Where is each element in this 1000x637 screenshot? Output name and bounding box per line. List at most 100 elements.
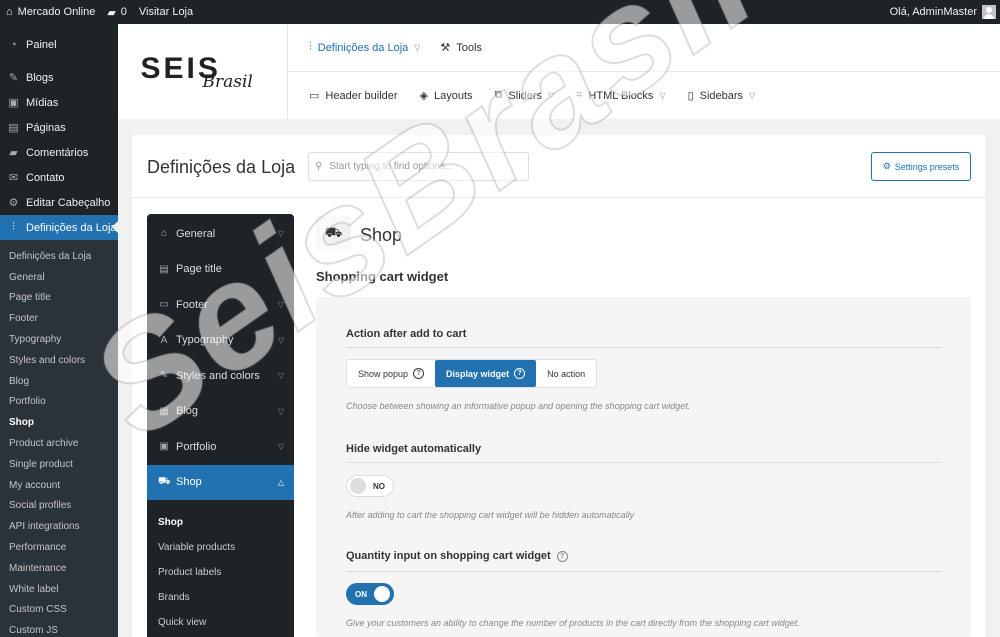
menu-item-editar-cabecalho[interactable]: ⚙ Editar Cabeçalho (0, 190, 118, 215)
gear-icon: ⚙ (882, 161, 891, 171)
action-after-add-selector: Show popup ? Display widget ? No action (346, 359, 598, 388)
submenu-item[interactable]: Product archive (0, 433, 118, 454)
menu-item-painel[interactable]: ◔ Painel (0, 32, 118, 57)
submenu-item-current[interactable]: Shop (0, 412, 118, 433)
wrench-icon: ⚒ (440, 42, 451, 54)
panel-header: Definições da Loja ⚲ Start typing to fin… (132, 135, 985, 198)
settings-presets-button[interactable]: ⚙ Settings presets (871, 152, 971, 181)
subopt-brands[interactable]: Brands (147, 585, 294, 610)
toggle-knob (374, 586, 390, 602)
settings-content: ⛟ Shop Shopping cart widget Action after… (316, 214, 986, 637)
header-builder-icon: ▭ (309, 90, 320, 102)
menu-item-definicoes-da-loja[interactable]: ⫶ Definições da Loja (0, 215, 118, 240)
submenu-item[interactable]: Portfolio (0, 392, 118, 413)
submenu-item[interactable]: Styles and colors (0, 350, 118, 371)
nav-html-blocks[interactable]: ⌗ HTML Blocks ▽ (576, 89, 665, 102)
submenu-item[interactable]: Typography (0, 329, 118, 350)
submenu-item[interactable]: Definições da Loja (0, 246, 118, 267)
opt-portfolio[interactable]: ▣ Portfolio ▽ (147, 429, 294, 465)
options-sidebar: ⌂ General ▽ ▤ Page title ▭ Footer ▽ A Typograp… (147, 214, 294, 637)
page-icon: ▤ (8, 122, 19, 134)
help-icon[interactable]: ? (413, 368, 425, 379)
avatar (982, 5, 996, 19)
nav-header-builder[interactable]: ▭ Header builder (309, 89, 398, 103)
section-heading: Shop (360, 225, 403, 245)
nav-sliders[interactable]: ⧉ Sliders ▽ (495, 89, 555, 102)
sidebar-icon: ▯ (687, 90, 694, 102)
divider (346, 347, 942, 348)
help-icon[interactable]: ? (556, 550, 568, 562)
submenu-item[interactable]: White label (0, 579, 118, 600)
hide-widget-toggle[interactable]: NO (346, 475, 394, 497)
submenu: Definições da Loja General Page title Fo… (0, 240, 118, 637)
home-icon: ⌂ (160, 228, 168, 240)
nav-layouts[interactable]: ◈ Layouts (420, 89, 473, 103)
submenu-item[interactable]: Single product (0, 454, 118, 475)
menu-item-paginas[interactable]: ▤ Páginas (0, 115, 118, 140)
menu-item-contato[interactable]: ✉ Contato (0, 165, 118, 190)
subopt-quick-view[interactable]: Quick view (147, 610, 294, 635)
comments-link[interactable]: ▰ 0 (101, 0, 133, 24)
submenu-item[interactable]: Custom CSS (0, 600, 118, 621)
subopt-product-labels[interactable]: Product labels (147, 560, 294, 585)
opt-page-title[interactable]: ▤ Page title (147, 252, 294, 288)
nav-tools[interactable]: ⚒ Tools (440, 41, 482, 55)
chevron-down-icon: ▽ (749, 91, 756, 100)
nav-definicoes-da-loja[interactable]: ⫶ Definições da Loja ▽ (309, 41, 420, 54)
footer-icon: ▭ (159, 299, 169, 311)
admin-sidebar: ◔ Painel ✎ Blogs ▣ Mídias ▤ Páginas ▰ Comentá… (0, 24, 118, 637)
opt-styles-colors[interactable]: ✎ Styles and colors ▽ (147, 358, 294, 394)
submenu-item[interactable]: Footer (0, 308, 118, 329)
divider (346, 462, 942, 463)
field-label: Action after add to cart (346, 328, 467, 340)
menu-item-blogs[interactable]: ✎ Blogs (0, 65, 118, 90)
nav-sidebars[interactable]: ▯ Sidebars ▽ (687, 89, 756, 103)
submenu-item[interactable]: General (0, 267, 118, 288)
page-title: Definições da Loja (147, 157, 296, 177)
submenu-item[interactable]: Performance (0, 537, 118, 558)
chevron-down-icon: ▽ (277, 229, 284, 239)
code-block-icon: ⌗ (576, 89, 583, 101)
submenu-item[interactable]: Blog (0, 371, 118, 392)
comments-count: 0 (120, 6, 127, 18)
submenu-item[interactable]: Social profiles (0, 496, 118, 517)
brand-logo: SEIS Brasil (118, 24, 288, 119)
chevron-down-icon: ▽ (659, 91, 666, 100)
search-icon: ⚲ (315, 161, 323, 172)
field-label: Hide widget automatically (346, 443, 482, 455)
cart-icon: ⛟ (316, 216, 351, 251)
opt-blog[interactable]: ▦ Blog ▽ (147, 394, 294, 430)
opt-shop[interactable]: ⛟ Shop △ (147, 464, 294, 500)
opt-footer[interactable]: ▭ Footer ▽ (147, 287, 294, 323)
greeting: Olá, AdminMaster (889, 6, 977, 18)
menu-item-midias[interactable]: ▣ Mídias (0, 90, 118, 115)
brush-icon: ✎ (159, 370, 169, 382)
dashboard-icon: ◔ (10, 38, 17, 51)
quantity-input-toggle[interactable]: ON (346, 583, 394, 605)
subopt-shop[interactable]: Shop (147, 510, 294, 535)
sliders-icon: ⫶ (309, 41, 312, 53)
search-placeholder: Start typing to find options... (329, 161, 454, 172)
submenu-item[interactable]: Maintenance (0, 558, 118, 579)
submenu-item[interactable]: Custom JS (0, 620, 118, 637)
site-name-link[interactable]: ⌂ Mercado Online (0, 0, 101, 24)
field-hint: Choose between showing an informative po… (346, 401, 691, 411)
submenu-item[interactable]: API integrations (0, 516, 118, 537)
search-input[interactable]: ⚲ Start typing to find options... (308, 152, 529, 181)
top-nav: ⫶ Definições da Loja ▽ ⚒ Tools (289, 24, 1000, 72)
visit-store-link[interactable]: Visitar Loja (133, 0, 199, 24)
sub-nav: ▭ Header builder ◈ Layouts ⧉ Sliders ▽ ⌗… (289, 72, 1000, 119)
chevron-down-icon: ▽ (548, 91, 555, 100)
opt-typography[interactable]: A Typography ▽ (147, 323, 294, 359)
submenu-item[interactable]: Page title (0, 288, 118, 309)
help-icon[interactable]: ? (514, 368, 526, 379)
submenu-item[interactable]: My account (0, 475, 118, 496)
account-menu[interactable]: Olá, AdminMaster (884, 0, 1000, 24)
option-no-action[interactable]: No action (536, 360, 596, 387)
settings-card: Action after add to cart Show popup ? Di… (316, 297, 971, 637)
menu-item-comentarios[interactable]: ▰ Comentários (0, 140, 118, 165)
subopt-variable-products[interactable]: Variable products (147, 535, 294, 560)
option-display-widget[interactable]: Display widget ? (435, 360, 537, 387)
opt-general[interactable]: ⌂ General ▽ (147, 216, 294, 252)
option-show-popup[interactable]: Show popup ? (347, 360, 435, 387)
